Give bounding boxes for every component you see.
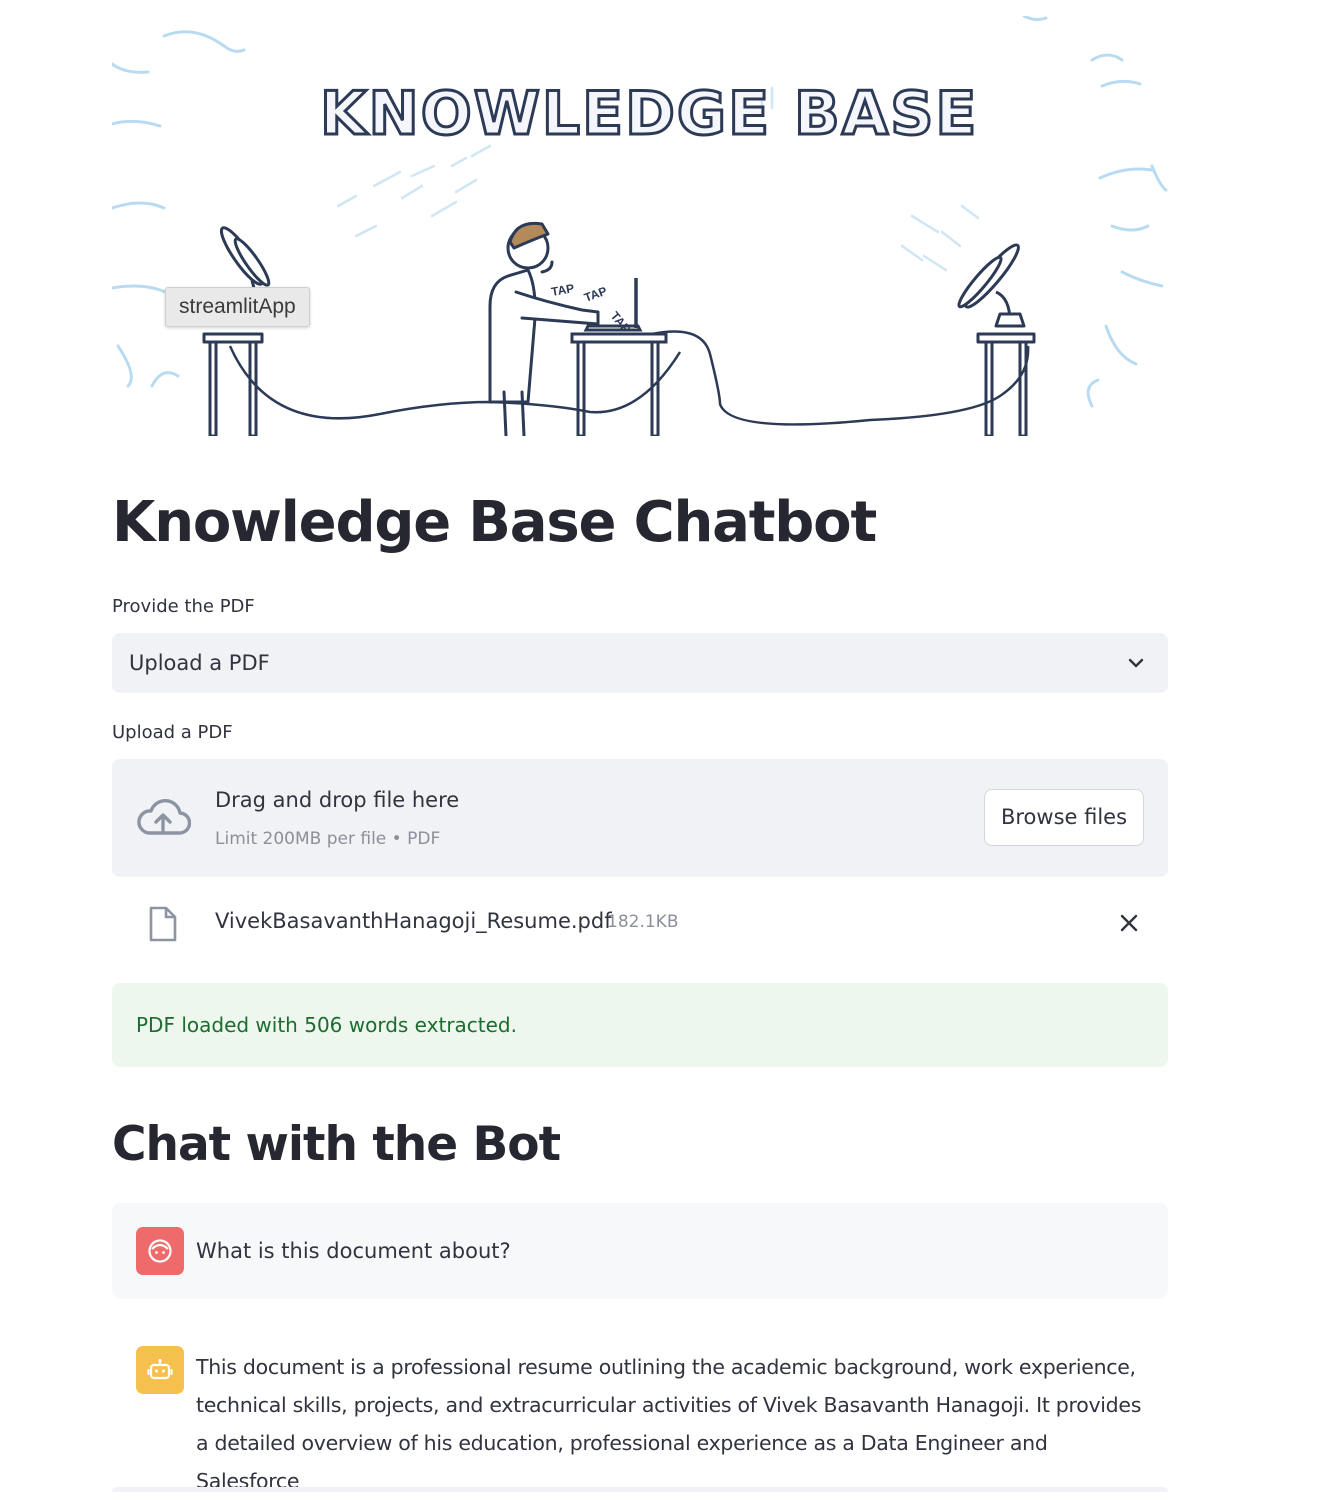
dropzone-instructions: Drag and drop file here <box>215 788 460 812</box>
user-message-text: What is this document about? <box>196 1239 511 1263</box>
chat-message-user: What is this document about? <box>112 1203 1168 1299</box>
tap-word-3: TAP <box>608 309 634 336</box>
file-dropzone[interactable]: Drag and drop file here Limit 200MB per … <box>112 759 1168 877</box>
assistant-avatar <box>136 1346 184 1394</box>
chat-heading: Chat with the Bot <box>112 1117 561 1172</box>
source-select-value: Upload a PDF <box>129 651 270 675</box>
close-icon[interactable] <box>1118 912 1140 934</box>
banner-heading: KNOWLEDGE BASE <box>320 79 978 149</box>
chevron-down-icon <box>1128 658 1144 668</box>
robot-icon <box>147 1358 173 1380</box>
user-face-icon <box>148 1239 172 1263</box>
page-title: Knowledge Base Chatbot <box>112 490 877 555</box>
browse-files-button[interactable]: Browse files <box>984 789 1144 846</box>
uploaded-file-name: VivekBasavanthHanagoji_Resume.pdf <box>215 909 612 933</box>
source-select[interactable]: Upload a PDF <box>112 633 1168 693</box>
tap-word-1: TAP <box>550 281 575 299</box>
success-alert: PDF loaded with 506 words extracted. <box>112 983 1168 1067</box>
tap-word-2: TAP <box>582 284 609 305</box>
chat-message-assistant: This document is a professional resume o… <box>112 1330 1168 1493</box>
uploaded-file-size: 182.1KB <box>607 912 679 932</box>
uploader-label: Upload a PDF <box>112 722 233 743</box>
user-avatar <box>136 1227 184 1275</box>
app-name-tooltip: streamlitApp <box>165 287 310 327</box>
file-icon <box>149 906 177 942</box>
success-alert-text: PDF loaded with 506 words extracted. <box>136 1013 517 1037</box>
assistant-message-text: This document is a professional resume o… <box>196 1355 1142 1493</box>
cloud-upload-icon <box>137 799 191 835</box>
dropzone-limit-text: Limit 200MB per file • PDF <box>215 829 441 849</box>
hero-banner-illustration: KNOWLEDGE BASE TAP TAP TAP <box>112 16 1168 436</box>
chat-input-container-edge <box>112 1487 1168 1492</box>
uploaded-file-item: VivekBasavanthHanagoji_Resume.pdf 182.1K… <box>112 900 1168 946</box>
source-select-label: Provide the PDF <box>112 596 255 617</box>
